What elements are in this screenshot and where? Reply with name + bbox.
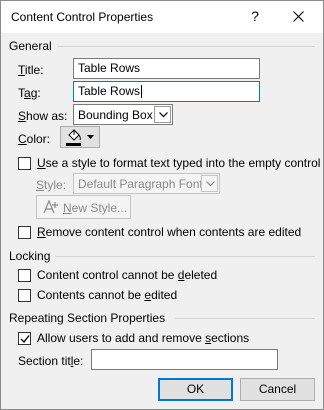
- show-as-dropdown-button[interactable]: [154, 106, 171, 123]
- text-caret: [141, 85, 143, 98]
- remove-when-edited-label: Remove content control when contents are…: [37, 225, 302, 239]
- title-bar[interactable]: Content Control Properties ?: [1, 1, 323, 33]
- new-style-button[interactable]: New Style...: [36, 195, 131, 219]
- cannot-delete-label: Content control cannot be deleted: [37, 268, 218, 282]
- close-icon: [292, 11, 304, 23]
- content-control-properties-dialog: Content Control Properties ? General Tit…: [0, 0, 324, 410]
- new-style-label: New Style...: [63, 201, 128, 215]
- section-repeating: Repeating Section Properties: [9, 311, 166, 325]
- chevron-down-icon: [87, 135, 94, 139]
- cannot-delete-checkbox[interactable]: [18, 269, 31, 282]
- show-as-select[interactable]: Bounding Box: [73, 104, 173, 125]
- use-style-label: Use a style to format text typed into th…: [37, 156, 321, 170]
- section-divider: [57, 46, 315, 47]
- checkmark-icon: [20, 335, 30, 344]
- remove-when-edited-checkbox[interactable]: [18, 226, 31, 239]
- color-swatch: [66, 143, 81, 146]
- show-as-value: Bounding Box: [78, 108, 153, 122]
- section-locking: Locking: [9, 249, 51, 263]
- title-label: Title:: [18, 63, 44, 77]
- color-picker-button[interactable]: [60, 126, 100, 148]
- section-general: General: [9, 39, 52, 53]
- chevron-down-icon: [206, 181, 215, 187]
- close-button[interactable]: [283, 5, 313, 27]
- title-input[interactable]: Table Rows: [73, 58, 260, 79]
- cannot-edit-checkbox[interactable]: [18, 289, 31, 302]
- ok-button[interactable]: OK: [158, 378, 233, 401]
- style-value: Default Paragraph Font: [78, 177, 203, 191]
- section-title-label: Section title:: [18, 354, 84, 368]
- section-divider: [55, 256, 315, 257]
- help-button[interactable]: ?: [241, 5, 269, 27]
- tag-input[interactable]: Table Rows: [73, 81, 260, 102]
- chevron-down-icon: [159, 112, 168, 118]
- style-label: Style:: [36, 178, 67, 192]
- show-as-label: Show as:: [18, 109, 68, 123]
- style-dropdown-button[interactable]: [201, 175, 218, 192]
- section-title-input[interactable]: [91, 349, 278, 370]
- tag-input-value: Table Rows: [78, 84, 141, 98]
- allow-add-remove-checkbox[interactable]: [18, 332, 31, 345]
- tag-label: Tag:: [18, 86, 41, 100]
- cancel-button[interactable]: Cancel: [240, 378, 315, 401]
- new-style-icon: [43, 200, 58, 214]
- cannot-edit-label: Contents cannot be edited: [37, 288, 178, 302]
- allow-add-remove-label: Allow users to add and remove sections: [37, 331, 250, 345]
- color-label: Color:: [18, 132, 51, 146]
- use-style-checkbox[interactable]: [18, 157, 31, 170]
- title-input-value: Table Rows: [78, 61, 141, 75]
- style-select[interactable]: Default Paragraph Font: [73, 173, 220, 194]
- dialog-title: Content Control Properties: [11, 10, 154, 24]
- section-divider: [175, 318, 315, 319]
- paint-bucket-icon: [68, 129, 81, 141]
